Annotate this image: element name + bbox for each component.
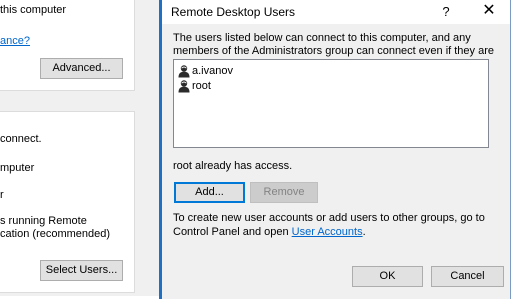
assistance-link[interactable]: ance? xyxy=(0,35,30,47)
info-text-suffix: . xyxy=(362,226,366,238)
title-bar[interactable]: Remote Desktop Users ? ✕ xyxy=(162,0,510,24)
user-icon xyxy=(178,80,190,93)
dialog-title: Remote Desktop Users xyxy=(171,5,296,19)
remote-option-text: s running Remote xyxy=(0,215,87,227)
assistance-text: this computer xyxy=(0,4,67,16)
remote-desktop-group: connect. mputer r s running Remote catio… xyxy=(0,111,135,293)
user-accounts-link[interactable]: User Accounts xyxy=(292,226,363,238)
info-text: To create new user accounts or add users… xyxy=(173,211,508,239)
remote-desktop-users-dialog: Remote Desktop Users ? ✕ The users liste… xyxy=(159,0,511,299)
users-list[interactable]: a.ivanov root xyxy=(173,59,489,148)
list-item[interactable]: a.ivanov xyxy=(177,64,233,78)
remote-option-text: cation (recommended) xyxy=(0,228,111,240)
close-button[interactable]: ✕ xyxy=(474,1,504,21)
cancel-button[interactable]: Cancel xyxy=(431,266,504,287)
remote-option-text: connect. xyxy=(0,133,42,145)
ok-button[interactable]: OK xyxy=(352,266,423,287)
remote-option-text: r xyxy=(0,189,4,201)
advanced-button[interactable]: Advanced... xyxy=(40,58,123,79)
remote-option-text: mputer xyxy=(0,162,35,174)
help-button[interactable]: ? xyxy=(434,3,458,21)
user-icon xyxy=(178,65,190,78)
remove-button[interactable]: Remove xyxy=(250,182,318,203)
access-status: root already has access. xyxy=(173,160,293,172)
add-button[interactable]: Add... xyxy=(174,182,245,203)
user-name: a.ivanov xyxy=(192,65,233,77)
system-properties-window: this computer ance? Advanced... connect.… xyxy=(0,0,160,296)
list-item[interactable]: root xyxy=(177,79,211,93)
remote-assistance-group: this computer ance? Advanced... xyxy=(0,0,135,91)
select-users-button[interactable]: Select Users... xyxy=(40,260,123,281)
user-name: root xyxy=(192,80,211,92)
